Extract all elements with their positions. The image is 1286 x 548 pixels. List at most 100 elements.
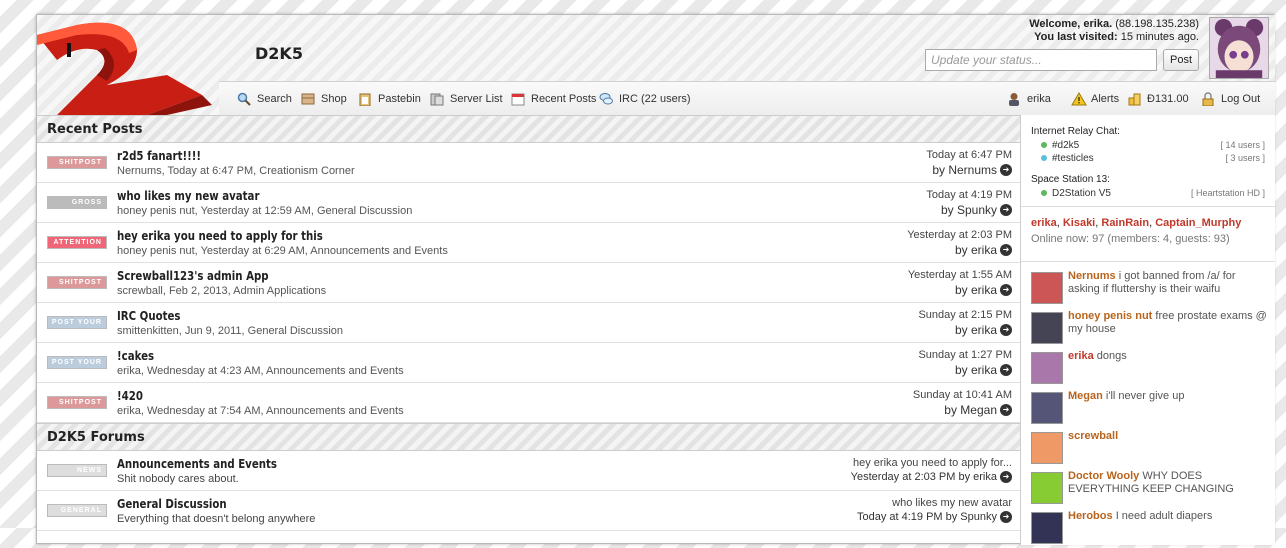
thread-meta: erika, Wednesday at 7:54 AM, Announcemen… (117, 405, 404, 417)
shout-avatar[interactable] (1031, 392, 1063, 424)
online-user[interactable]: Captain_Murphy (1155, 217, 1241, 229)
prefix-badge: SHITPOST (47, 396, 107, 409)
irc-block: Internet Relay Chat: #d2k5 [ 14 users ] #t… (1021, 115, 1275, 200)
shout-author[interactable]: erika (1068, 350, 1094, 362)
thread-title[interactable]: r2d5 fanart!!!! (117, 149, 201, 163)
thread-title[interactable]: !cakes (117, 349, 154, 363)
thread-title[interactable]: Screwball123's admin App (117, 269, 269, 283)
status-input[interactable]: Update your status... (925, 49, 1157, 71)
thread-meta: honey penis nut, Yesterday at 6:29 AM, A… (117, 245, 448, 257)
go-to-post-icon[interactable]: ➜ (1000, 511, 1012, 523)
forum-row[interactable]: NEWS Announcements and Events Shit nobody … (37, 451, 1020, 491)
online-user[interactable]: Kisaki (1063, 217, 1095, 229)
recent-post-row[interactable]: SHITPOST !420 erika, Wednesday at 7:54 AM,… (37, 383, 1020, 423)
last-post-author[interactable]: by erika ➜ (955, 323, 1012, 337)
irc-channel[interactable]: #testicles [ 3 users ] (1031, 152, 1265, 165)
shout-author[interactable]: screwball (1068, 430, 1118, 442)
shout-author[interactable]: Megan (1068, 390, 1103, 402)
recent-post-row[interactable]: POST YOUR IRC Quotes smittenkitten, Jun 9,… (37, 303, 1020, 343)
thread-title[interactable]: hey erika you need to apply for this (117, 229, 323, 243)
author-text: by Spunky (940, 203, 997, 217)
last-post-author[interactable]: by Nernums ➜ (932, 163, 1012, 177)
forum-last-post[interactable]: Today at 4:19 PM by Spunky ➜ (857, 511, 1012, 523)
shout-entry: screwball (1021, 428, 1275, 468)
go-to-post-icon[interactable]: ➜ (1000, 284, 1012, 296)
last-post-author[interactable]: by erika ➜ (955, 363, 1012, 377)
nav-alerts[interactable]: Alerts (1071, 91, 1119, 107)
shout-author[interactable]: honey penis nut (1068, 310, 1152, 322)
online-user[interactable]: erika (1031, 217, 1057, 229)
shout-author[interactable]: Doctor Wooly (1068, 470, 1139, 482)
thread-meta: screwball, Feb 2, 2013, Admin Applicatio… (117, 285, 327, 297)
shout-entry: Nernums i got banned from /a/ for asking… (1021, 268, 1275, 308)
shout-avatar[interactable] (1031, 432, 1063, 464)
shout-message: screwball (1068, 430, 1268, 443)
recent-post-row[interactable]: ATTENTION hey erika you need to apply for… (37, 223, 1020, 263)
forums-heading: D2K5 Forums (37, 423, 1020, 451)
go-to-post-icon[interactable]: ➜ (1000, 364, 1012, 376)
prefix-badge: POST YOUR (47, 316, 107, 329)
author-text: by Megan (944, 403, 997, 417)
recent-post-row[interactable]: SHITPOST r2d5 fanart!!!! Nernums, Today at… (37, 143, 1020, 183)
online-user[interactable]: RainRain (1101, 217, 1149, 229)
prefix-badge: SHITPOST (47, 156, 107, 169)
go-to-post-icon[interactable]: ➜ (1000, 471, 1012, 483)
shout-avatar[interactable] (1031, 352, 1063, 384)
user-avatar[interactable] (1209, 17, 1269, 79)
shout-entry: Herobos I need adult diapers (1021, 508, 1275, 548)
thread-title[interactable]: IRC Quotes (117, 309, 180, 323)
nav-pastebin[interactable]: Pastebin (358, 91, 421, 107)
main-content: Recent Posts SHITPOST r2d5 fanart!!!! Nern… (37, 115, 1021, 545)
shout-avatar[interactable] (1031, 512, 1063, 544)
forum-last-post[interactable]: Yesterday at 2:03 PM by erika ➜ (851, 471, 1012, 483)
go-to-post-icon[interactable]: ➜ (1000, 324, 1012, 336)
recent-posts-list: SHITPOST r2d5 fanart!!!! Nernums, Today at… (37, 143, 1020, 423)
shout-author[interactable]: Nernums (1068, 270, 1116, 282)
thread-meta: Nernums, Today at 6:47 PM, Creationism C… (117, 165, 355, 177)
irc-label: Internet Relay Chat: (1031, 126, 1120, 137)
shout-author[interactable]: Herobos (1068, 510, 1113, 522)
nav-server-list[interactable]: Server List (430, 91, 503, 107)
author-text: by erika (954, 363, 997, 377)
nav-search[interactable]: Search (237, 91, 292, 107)
forum-row[interactable]: GENERAL General Discussion Everything that… (37, 491, 1020, 531)
forum-list: NEWS Announcements and Events Shit nobody … (37, 451, 1020, 531)
irc-channel[interactable]: #d2k5 [ 14 users ] (1031, 139, 1265, 152)
forum-last-thread[interactable]: hey erika you need to apply for... (853, 457, 1012, 469)
ip-address: (88.198.135.238) (1115, 18, 1199, 30)
shout-avatar[interactable] (1031, 272, 1063, 304)
last-post-date: Today at 6:47 PM (926, 149, 1012, 161)
last-post-author[interactable]: by Megan ➜ (944, 403, 1012, 417)
shout-avatar[interactable] (1031, 472, 1063, 504)
nav-balance[interactable]: Đ131.00 (1127, 91, 1189, 107)
forum-last-by: Yesterday at 2:03 PM by erika (850, 471, 997, 483)
recent-post-row[interactable]: SHITPOST Screwball123's admin App screwbal… (37, 263, 1020, 303)
server-status: [ Heartstation HD ] (1190, 188, 1265, 198)
search-icon (237, 92, 251, 106)
post-status-button[interactable]: Post (1163, 49, 1199, 71)
last-post-author[interactable]: by erika ➜ (955, 283, 1012, 297)
nav-account[interactable]: erika (1007, 91, 1051, 107)
shout-avatar[interactable] (1031, 312, 1063, 344)
go-to-post-icon[interactable]: ➜ (1000, 164, 1012, 176)
recent-post-row[interactable]: POST YOUR !cakes erika, Wednesday at 4:23 … (37, 343, 1020, 383)
forum-last-thread[interactable]: who likes my new avatar (892, 497, 1012, 509)
thread-title[interactable]: !420 (117, 389, 143, 403)
go-to-post-icon[interactable]: ➜ (1000, 404, 1012, 416)
nav-recent-posts[interactable]: Recent Posts (511, 91, 596, 107)
thread-title[interactable]: who likes my new avatar (117, 189, 259, 203)
site-logo[interactable] (37, 15, 222, 115)
nav-logout[interactable]: Log Out (1201, 91, 1260, 107)
shout-entry: Doctor Wooly WHY DOES EVERYTHING KEEP CH… (1021, 468, 1275, 508)
forum-title[interactable]: Announcements and Events (117, 457, 277, 471)
last-post-author[interactable]: by erika ➜ (955, 243, 1012, 257)
forum-title[interactable]: General Discussion (117, 497, 227, 511)
go-to-post-icon[interactable]: ➜ (1000, 244, 1012, 256)
nav-irc[interactable]: IRC (22 users) (599, 91, 691, 107)
go-to-post-icon[interactable]: ➜ (1000, 204, 1012, 216)
nav-shop[interactable]: Shop (301, 91, 347, 107)
nav-label: Pastebin (378, 93, 421, 105)
last-post-author[interactable]: by Spunky ➜ (941, 203, 1012, 217)
ss13-server[interactable]: D2Station V5 [ Heartstation HD ] (1031, 187, 1265, 200)
recent-post-row[interactable]: GROSS who likes my new avatar honey penis … (37, 183, 1020, 223)
